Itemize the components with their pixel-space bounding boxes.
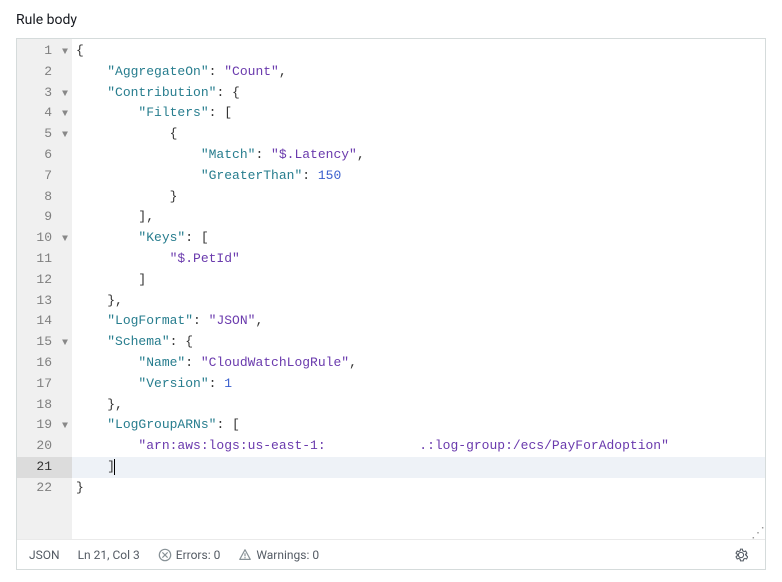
code-line[interactable]: ] bbox=[72, 270, 765, 291]
code-line[interactable]: ] bbox=[72, 457, 765, 478]
line-number: 21 bbox=[17, 457, 72, 478]
line-number: 1▼ bbox=[17, 41, 72, 62]
errors-text: Errors: 0 bbox=[176, 548, 221, 562]
code-line[interactable]: { bbox=[72, 41, 765, 62]
fold-icon[interactable]: ▼ bbox=[62, 43, 68, 64]
line-number: 19▼ bbox=[17, 415, 72, 436]
fold-icon[interactable]: ▼ bbox=[62, 85, 68, 106]
rule-body-label: Rule body bbox=[16, 12, 766, 28]
line-number: 2 bbox=[17, 62, 72, 83]
language-indicator[interactable]: JSON bbox=[29, 548, 60, 562]
code-line[interactable]: "Version": 1 bbox=[72, 374, 765, 395]
code-line[interactable]: "GreaterThan": 150 bbox=[72, 166, 765, 187]
line-number: 13 bbox=[17, 291, 72, 312]
line-number: 8 bbox=[17, 187, 72, 208]
line-number: 15▼ bbox=[17, 332, 72, 353]
code-line[interactable]: "Contribution": { bbox=[72, 83, 765, 104]
warnings-indicator[interactable]: Warnings: 0 bbox=[238, 548, 319, 562]
line-number: 6 bbox=[17, 145, 72, 166]
error-icon bbox=[158, 548, 172, 562]
line-number-gutter: 1▼23▼4▼5▼678910▼1112131415▼16171819▼2021… bbox=[17, 39, 72, 539]
code-line[interactable]: { bbox=[72, 124, 765, 145]
code-line[interactable]: "LogGroupARNs": [ bbox=[72, 415, 765, 436]
line-number: 12 bbox=[17, 270, 72, 291]
warnings-text: Warnings: 0 bbox=[256, 548, 319, 562]
line-number: 5▼ bbox=[17, 124, 72, 145]
code-line[interactable]: } bbox=[72, 187, 765, 208]
code-line[interactable]: "AggregateOn": "Count", bbox=[72, 62, 765, 83]
code-editor: 1▼23▼4▼5▼678910▼1112131415▼16171819▼2021… bbox=[16, 38, 766, 570]
fold-icon[interactable]: ▼ bbox=[62, 230, 68, 251]
code-line[interactable]: "Schema": { bbox=[72, 332, 765, 353]
line-number: 10▼ bbox=[17, 228, 72, 249]
code-line[interactable]: "Keys": [ bbox=[72, 228, 765, 249]
code-line[interactable]: }, bbox=[72, 395, 765, 416]
line-number: 20 bbox=[17, 436, 72, 457]
code-line[interactable]: "LogFormat": "JSON", bbox=[72, 311, 765, 332]
code-line[interactable]: } bbox=[72, 478, 765, 499]
status-bar: JSON Ln 21, Col 3 Errors: 0 Warnings: 0 bbox=[17, 539, 765, 569]
code-line[interactable]: "Filters": [ bbox=[72, 103, 765, 124]
fold-icon[interactable]: ▼ bbox=[62, 334, 68, 355]
line-number: 7 bbox=[17, 166, 72, 187]
line-number: 4▼ bbox=[17, 103, 72, 124]
line-number: 11 bbox=[17, 249, 72, 270]
code-line[interactable]: ], bbox=[72, 207, 765, 228]
line-number: 9 bbox=[17, 207, 72, 228]
line-number: 14 bbox=[17, 311, 72, 332]
code-line[interactable]: "arn:aws:logs:us-east-1: .:log-group:/ec… bbox=[72, 436, 765, 457]
settings-button[interactable] bbox=[729, 543, 753, 567]
gear-icon bbox=[734, 548, 748, 562]
line-number: 22 bbox=[17, 478, 72, 499]
code-line[interactable]: "$.PetId" bbox=[72, 249, 765, 270]
code-line[interactable]: "Match": "$.Latency", bbox=[72, 145, 765, 166]
warning-icon bbox=[238, 548, 252, 562]
line-number: 3▼ bbox=[17, 83, 72, 104]
fold-icon[interactable]: ▼ bbox=[62, 105, 68, 126]
cursor-position: Ln 21, Col 3 bbox=[78, 548, 140, 562]
line-number: 18 bbox=[17, 395, 72, 416]
code-area[interactable]: { "AggregateOn": "Count", "Contribution"… bbox=[72, 39, 765, 539]
line-number: 16 bbox=[17, 353, 72, 374]
errors-indicator[interactable]: Errors: 0 bbox=[158, 548, 221, 562]
code-line[interactable]: }, bbox=[72, 291, 765, 312]
code-line[interactable]: "Name": "CloudWatchLogRule", bbox=[72, 353, 765, 374]
fold-icon[interactable]: ▼ bbox=[62, 417, 68, 438]
fold-icon[interactable]: ▼ bbox=[62, 126, 68, 147]
line-number: 17 bbox=[17, 374, 72, 395]
